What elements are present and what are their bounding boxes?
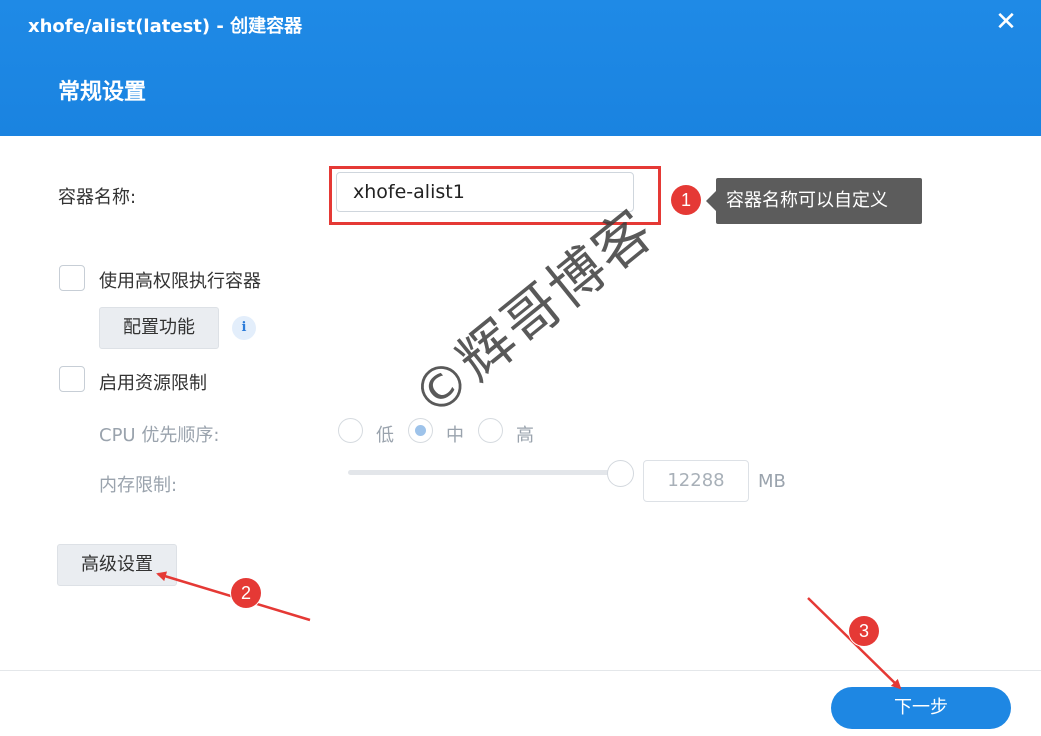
annotation-tooltip: 容器名称可以自定义 <box>706 178 922 224</box>
cpu-option-low: 低 <box>376 425 394 446</box>
privileged-checkbox[interactable] <box>59 265 85 291</box>
container-name-label: 容器名称: <box>58 187 137 208</box>
annotation-badge-2: 2 <box>231 578 261 608</box>
memory-unit: MB <box>758 471 786 492</box>
footer-divider <box>0 670 1041 671</box>
memory-limit-label: 内存限制: <box>99 475 178 496</box>
info-icon[interactable]: i <box>232 316 256 340</box>
cpu-radio-low[interactable] <box>338 418 363 443</box>
cpu-radio-medium[interactable] <box>408 418 433 443</box>
cpu-priority-label: CPU 优先顺序: <box>99 425 220 446</box>
resource-limit-checkbox[interactable] <box>59 366 85 392</box>
resource-limit-label: 启用资源限制 <box>99 373 207 394</box>
annotation-badge-3: 3 <box>849 616 879 646</box>
section-title: 常规设置 <box>58 80 147 105</box>
next-button[interactable]: 下一步 <box>831 687 1011 729</box>
annotation-badge-1: 1 <box>671 185 701 215</box>
memory-slider-track[interactable] <box>348 470 620 475</box>
config-capabilities-button[interactable]: 配置功能 <box>99 307 219 349</box>
memory-slider-handle[interactable] <box>607 460 634 487</box>
dialog-header: xhofe/alist(latest) - 创建容器 ✕ 常规设置 <box>0 0 1041 136</box>
window-title: xhofe/alist(latest) - 创建容器 <box>28 16 303 37</box>
memory-limit-input[interactable]: 12288 <box>643 460 749 502</box>
close-icon[interactable]: ✕ <box>990 6 1022 38</box>
cpu-radio-high[interactable] <box>478 418 503 443</box>
cpu-option-high: 高 <box>516 425 534 446</box>
privileged-label: 使用高权限执行容器 <box>99 271 261 292</box>
advanced-settings-button[interactable]: 高级设置 <box>57 544 177 586</box>
